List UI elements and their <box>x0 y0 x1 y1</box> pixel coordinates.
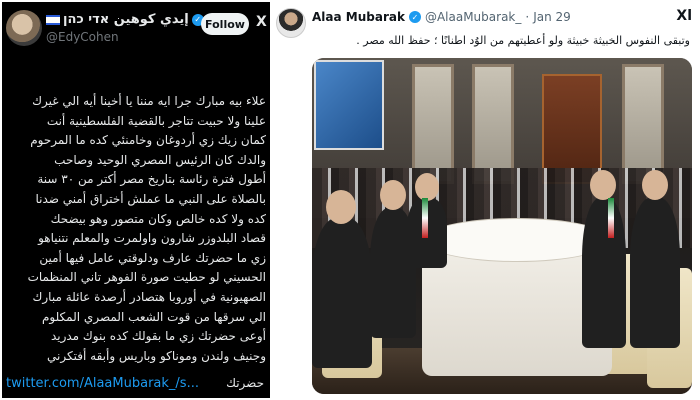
tweet-line-last: حضرتك <box>226 376 264 390</box>
tweet-body: علاء بيه مبارك جرا ايه مننا يا أخينا أيه… <box>8 92 266 366</box>
photo-panel <box>412 64 454 184</box>
display-name-text[interactable]: Alaa Mubarak <box>312 10 405 24</box>
photo-head <box>590 170 616 200</box>
avatar[interactable] <box>6 10 42 46</box>
left-tweet-card: إيدي كوهين אדי כהן ✓ @EdyCohen Follow X … <box>0 0 272 400</box>
photo-head <box>326 190 356 224</box>
tweet-line: الصهيونية في أوروبا هتصادر أرصدة عائلة م… <box>32 289 267 304</box>
photo-head <box>415 173 439 201</box>
tweet-header: Alaa Mubarak ✓ @AlaaMubarak_ · Jan 29 <box>312 10 571 24</box>
tweet-line: الحسيني لو حطيت صورة الفوهر تاني المنظما… <box>27 270 266 285</box>
separator-dot: · <box>525 10 530 24</box>
tweet-line: أوعى حضرتك زي ما بقولك كده بنوك مدريد <box>50 329 266 344</box>
photo-screen <box>314 60 384 150</box>
tweet-photo[interactable] <box>312 58 692 394</box>
tweet-line: كده ولا كده خالص وكان متصور وهو بيضحك <box>50 211 266 226</box>
tweet-line: قصاد البلدوزر شارون واولمرت والمعلم نتني… <box>38 231 266 246</box>
tweet-line: زي ما حضرتك عارف ودلوقتي عامل فيها أمين <box>39 250 266 265</box>
follow-button[interactable]: Follow <box>201 13 249 35</box>
photo-person <box>312 218 372 368</box>
photo-person <box>630 198 680 348</box>
photo-panel <box>622 64 664 184</box>
tweet-line: أطول فترة رئاسة بتاريخ مصر أكتر من ٣٠ سن… <box>37 172 266 187</box>
author-handle[interactable]: @EdyCohen <box>46 30 119 44</box>
photo-head <box>380 180 406 210</box>
x-logo-icon[interactable]: Xl <box>676 8 692 24</box>
right-tweet-card: Alaa Mubarak ✓ @AlaaMubarak_ · Jan 29 Xl… <box>272 0 700 400</box>
author-handle[interactable]: @AlaaMubarak_ <box>425 10 521 24</box>
verified-badge-icon: ✓ <box>408 11 421 23</box>
tweet-text: وتبقى النفوس الخبيثة خبيثة ولو أعطيتهم م… <box>356 34 690 47</box>
tweet-line: علينا ولا حبيت تتاجر بالقضية الفلسطينية … <box>46 113 266 128</box>
photo-head <box>642 170 668 200</box>
photo-panel <box>472 64 514 184</box>
tweet-line: بالصلاة على النبي ما عملش أختراق أمني ضد… <box>35 191 266 206</box>
author-name[interactable]: إيدي كوهين אדי כהן ✓ <box>46 12 204 27</box>
display-name-text: إيدي كوهين אדי כהן <box>63 12 189 27</box>
tweet-date[interactable]: Jan 29 <box>533 10 571 24</box>
x-logo-icon[interactable]: X <box>256 14 267 30</box>
tweet-line: علاء بيه مبارك جرا ايه مننا يا أخينا أيه… <box>32 94 266 108</box>
tweet-line: الي سرقها من قوت الشعب المصري المكلوم <box>41 309 266 324</box>
photo-scarf <box>608 198 614 238</box>
tweet-line: كمان زيك زي أردوغان وخامنئي كده ما المرح… <box>30 133 266 148</box>
tweet-line: وجنيف ولندن وموناكو وباريس وأبقه أفتكرني <box>47 348 266 363</box>
photo-scarf <box>422 198 428 238</box>
photo-person <box>582 198 626 348</box>
tweet-link[interactable]: twitter.com/AlaaMubarak_/s... <box>6 376 199 391</box>
avatar[interactable] <box>276 8 306 38</box>
tweet-line: والدك كان الرئيس المصري الوحيد وصاحب <box>54 152 266 167</box>
flag-icon <box>46 14 60 25</box>
